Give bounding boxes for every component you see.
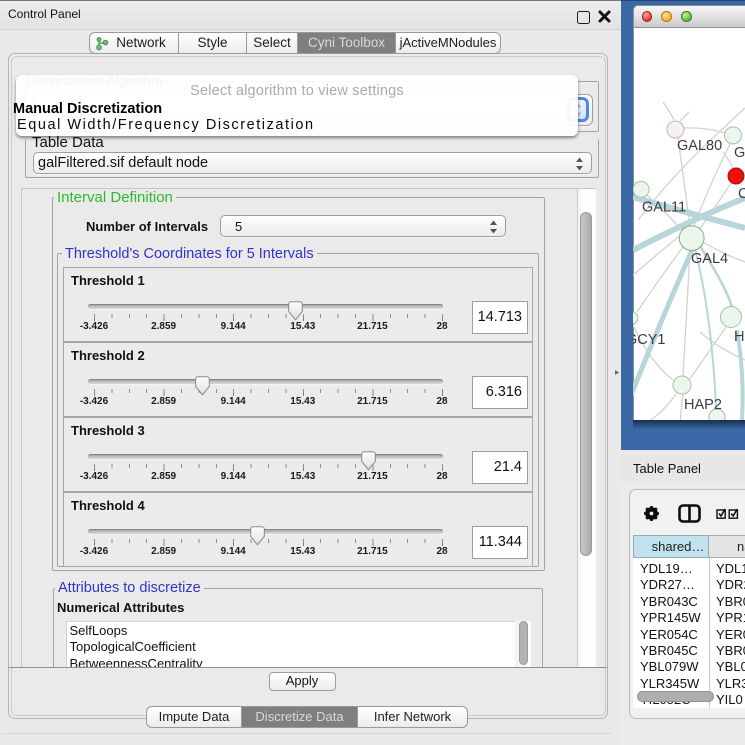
- svg-text:CY: CY: [738, 186, 745, 202]
- svg-text:HAP2: HAP2: [684, 397, 722, 413]
- svg-text:GAL80: GAL80: [677, 138, 722, 154]
- svg-text:GCY1: GCY1: [633, 332, 666, 348]
- svg-text:GA: GA: [734, 145, 745, 161]
- svg-text:HIS: HIS: [734, 329, 745, 345]
- svg-text:GAL11: GAL11: [642, 200, 686, 216]
- svg-text:GAL4: GAL4: [691, 251, 728, 267]
